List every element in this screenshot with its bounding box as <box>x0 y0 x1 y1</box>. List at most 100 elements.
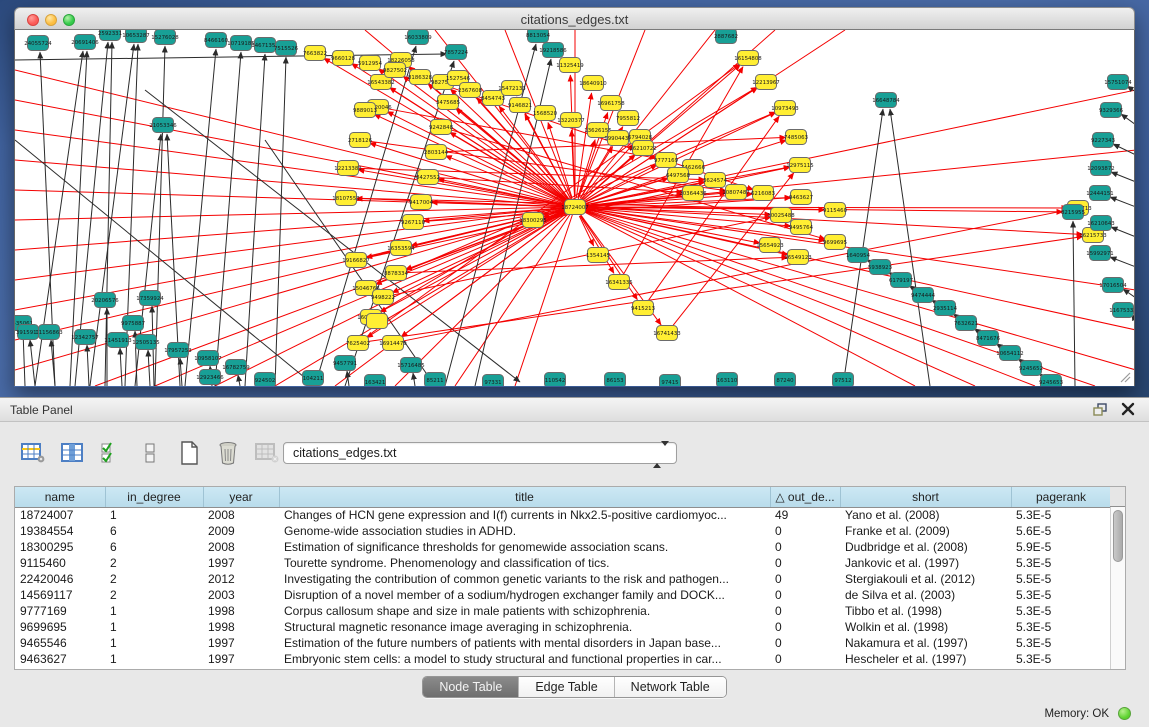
graph-node[interactable]: 24055724 <box>24 36 52 51</box>
table-row[interactable]: 1830029562008Estimation of significance … <box>15 539 1111 555</box>
graph-node[interactable]: 163110 <box>717 373 738 387</box>
graph-node[interactable]: 9417004 <box>409 195 434 210</box>
column-header-in_degree[interactable]: in_degree <box>105 487 203 507</box>
graph-node[interactable]: 15276028 <box>151 30 179 45</box>
column-header-name[interactable]: name <box>15 487 105 507</box>
graph-node[interactable]: 15992971 <box>1086 246 1113 261</box>
graph-node[interactable]: 163421 <box>365 375 386 387</box>
graph-node[interactable]: 11451913 <box>104 333 131 348</box>
graph-node[interactable]: 18724007 <box>561 200 588 215</box>
graph-node[interactable]: 104211 <box>303 371 324 386</box>
graph-node[interactable]: 16210722 <box>629 141 656 156</box>
graph-node[interactable]: 7632621 <box>954 316 978 331</box>
graph-node[interactable]: 9463627 <box>789 190 813 205</box>
tab-node-table[interactable]: Node Table <box>423 677 519 697</box>
graph-node[interactable]: 11325419 <box>556 58 584 73</box>
table-row[interactable]: 2242004622012Investigating the contribut… <box>15 571 1111 587</box>
graph-node[interactable]: 11675333 <box>1109 303 1135 318</box>
table-row[interactable]: 946554611997Estimation of the future num… <box>15 635 1111 651</box>
graph-node[interactable]: 9242848 <box>429 120 454 135</box>
graph-node[interactable]: 9245652 <box>1019 361 1043 376</box>
graph-node[interactable]: 6179197 <box>889 273 913 288</box>
graph-node[interactable]: 2935114 <box>933 301 958 316</box>
graph-node[interactable]: 18300295 <box>519 213 546 228</box>
resize-grip-icon[interactable] <box>1119 371 1131 383</box>
column-header-pagerank[interactable]: pagerank <box>1011 487 1111 507</box>
graph-node[interactable]: 10025488 <box>767 208 795 223</box>
graph-node[interactable]: 11156863 <box>35 325 62 340</box>
graph-node[interactable]: 6497568 <box>666 168 691 183</box>
graph-node[interactable]: 924502 <box>255 373 276 387</box>
graph-node[interactable]: 13220377 <box>557 113 584 128</box>
graph-node[interactable]: 9498222 <box>371 290 395 305</box>
graph-node[interactable]: 9146821 <box>508 98 532 113</box>
new-table-icon[interactable] <box>176 440 202 466</box>
graph-node[interactable]: 15472133 <box>498 81 525 96</box>
graph-node[interactable]: 12342757 <box>71 330 98 345</box>
graph-node[interactable]: 9457791 <box>333 356 357 371</box>
float-panel-icon[interactable] <box>1093 403 1109 417</box>
graph-node[interactable]: 6216083 <box>751 186 775 201</box>
close-panel-icon[interactable] <box>1121 402 1135 416</box>
graph-node[interactable]: 8878334 <box>384 266 409 281</box>
graph-node[interactable]: 8466160 <box>204 33 229 48</box>
table-row[interactable]: 911546021997Tourette syndrome. Phenomeno… <box>15 555 1111 571</box>
graph-node[interactable]: 2718126 <box>348 133 373 148</box>
graph-node[interactable]: 9889013 <box>353 103 377 118</box>
graph-node[interactable]: 87240 <box>775 373 796 387</box>
column-chooser-icon[interactable] <box>59 440 85 466</box>
graph-node[interactable]: 18640910 <box>579 76 607 91</box>
graph-node[interactable]: 16961758 <box>597 96 625 111</box>
graph-node[interactable]: 12213967 <box>752 75 779 90</box>
graph-node[interactable]: 8215955 <box>1061 205 1085 220</box>
graph-node[interactable]: 9329366 <box>1099 103 1124 118</box>
tab-edge-table[interactable]: Edge Table <box>519 677 614 697</box>
graph-node[interactable]: 16210643 <box>1087 216 1114 231</box>
graph-node[interactable]: 12975115 <box>786 158 813 173</box>
graph-node[interactable]: 5938923 <box>868 260 892 275</box>
graph-node[interactable]: 8186328 <box>408 70 433 85</box>
graph-node[interactable]: 17957253 <box>164 343 191 358</box>
select-columns-icon[interactable] <box>98 440 124 466</box>
table-row[interactable]: 946362711997Embryonic stem cells: a mode… <box>15 651 1111 667</box>
network-canvas[interactable]: 1872400711325419186409101696175879558121… <box>14 30 1135 386</box>
table-row[interactable]: 1456911722003Disruption of a novel membe… <box>15 587 1111 603</box>
delete-attributes-icon[interactable] <box>215 440 241 466</box>
graph-node[interactable]: 7857224 <box>444 45 469 60</box>
table-select-dropdown[interactable]: citations_edges.txt <box>283 442 677 464</box>
graph-node[interactable]: 2592331 <box>98 30 122 41</box>
graph-node[interactable]: 2367608 <box>458 83 483 98</box>
tab-network-table[interactable]: Network Table <box>615 677 726 697</box>
graph-node[interactable]: 86153 <box>605 373 626 387</box>
window-titlebar[interactable]: citations_edges.txt <box>14 7 1135 30</box>
graph-node[interactable]: 9267110 <box>401 215 426 230</box>
graph-node[interactable]: 1354145 <box>586 248 610 263</box>
graph-node[interactable]: 15654923 <box>756 238 783 253</box>
row-height-icon[interactable] <box>137 440 163 466</box>
scrollbar-thumb[interactable] <box>1113 510 1123 562</box>
graph-node[interactable]: 9699695 <box>823 235 847 250</box>
graph-node[interactable] <box>367 314 388 329</box>
graph-node[interactable]: 9115460 <box>823 203 848 218</box>
graph-node[interactable]: 19166827 <box>342 253 369 268</box>
graph-node[interactable]: 15751074 <box>1104 75 1132 90</box>
graph-node[interactable]: 16033809 <box>404 30 432 45</box>
graph-node[interactable]: 2887682 <box>714 30 738 44</box>
graph-node[interactable]: 12093872 <box>1087 161 1114 176</box>
table-row[interactable]: 1872400712008Changes of HCN gene express… <box>15 507 1111 523</box>
graph-node[interactable]: 17359924 <box>136 291 164 306</box>
graph-node[interactable]: 16782759 <box>222 360 250 375</box>
table-row[interactable]: 1938455462009Genome-wide association stu… <box>15 523 1111 539</box>
column-header-short[interactable]: short <box>840 487 1011 507</box>
graph-node[interactable]: 12505135 <box>132 335 159 350</box>
table-settings-icon[interactable] <box>20 440 46 466</box>
graph-node[interactable]: 16341335 <box>605 275 632 290</box>
graph-node[interactable]: 21053346 <box>149 118 177 133</box>
graph-node[interactable]: 9975887 <box>121 316 145 331</box>
graph-node[interactable]: 10654112 <box>996 346 1023 361</box>
graph-node[interactable]: 18107553 <box>332 191 359 206</box>
graph-node[interactable]: 7485063 <box>784 130 808 145</box>
graph-node[interactable]: 9495764 <box>789 220 814 235</box>
graph-node[interactable]: 7515526 <box>274 41 299 56</box>
graph-node[interactable]: 12923466 <box>196 370 224 385</box>
